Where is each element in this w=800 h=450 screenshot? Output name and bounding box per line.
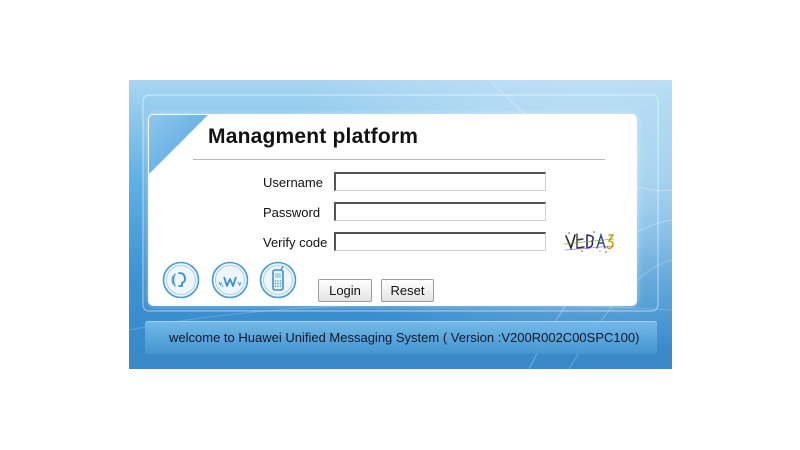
password-input[interactable] xyxy=(334,202,546,221)
captcha-image[interactable] xyxy=(563,230,615,254)
login-card: Managment platform Username Password Ver… xyxy=(149,115,636,305)
username-input[interactable] xyxy=(334,172,546,191)
verify-code-label: Verify code xyxy=(263,235,328,250)
title-divider xyxy=(193,159,605,160)
password-label: Password xyxy=(263,205,321,220)
footer-welcome-text: welcome to Huawei Unified Messaging Syst… xyxy=(169,330,640,345)
login-button[interactable]: Login xyxy=(318,279,372,302)
voice-icon[interactable] xyxy=(162,261,200,299)
mobile-phone-icon[interactable] xyxy=(259,261,297,299)
footer-bar: welcome to Huawei Unified Messaging Syst… xyxy=(145,321,657,354)
page-title: Managment platform xyxy=(208,125,419,148)
page: Managment platform Username Password Ver… xyxy=(0,0,800,450)
username-label: Username xyxy=(263,175,323,190)
reset-button[interactable]: Reset xyxy=(381,279,434,302)
web-icon[interactable] xyxy=(211,261,249,299)
login-frame: Managment platform Username Password Ver… xyxy=(129,80,672,369)
verify-code-input[interactable] xyxy=(334,232,546,251)
